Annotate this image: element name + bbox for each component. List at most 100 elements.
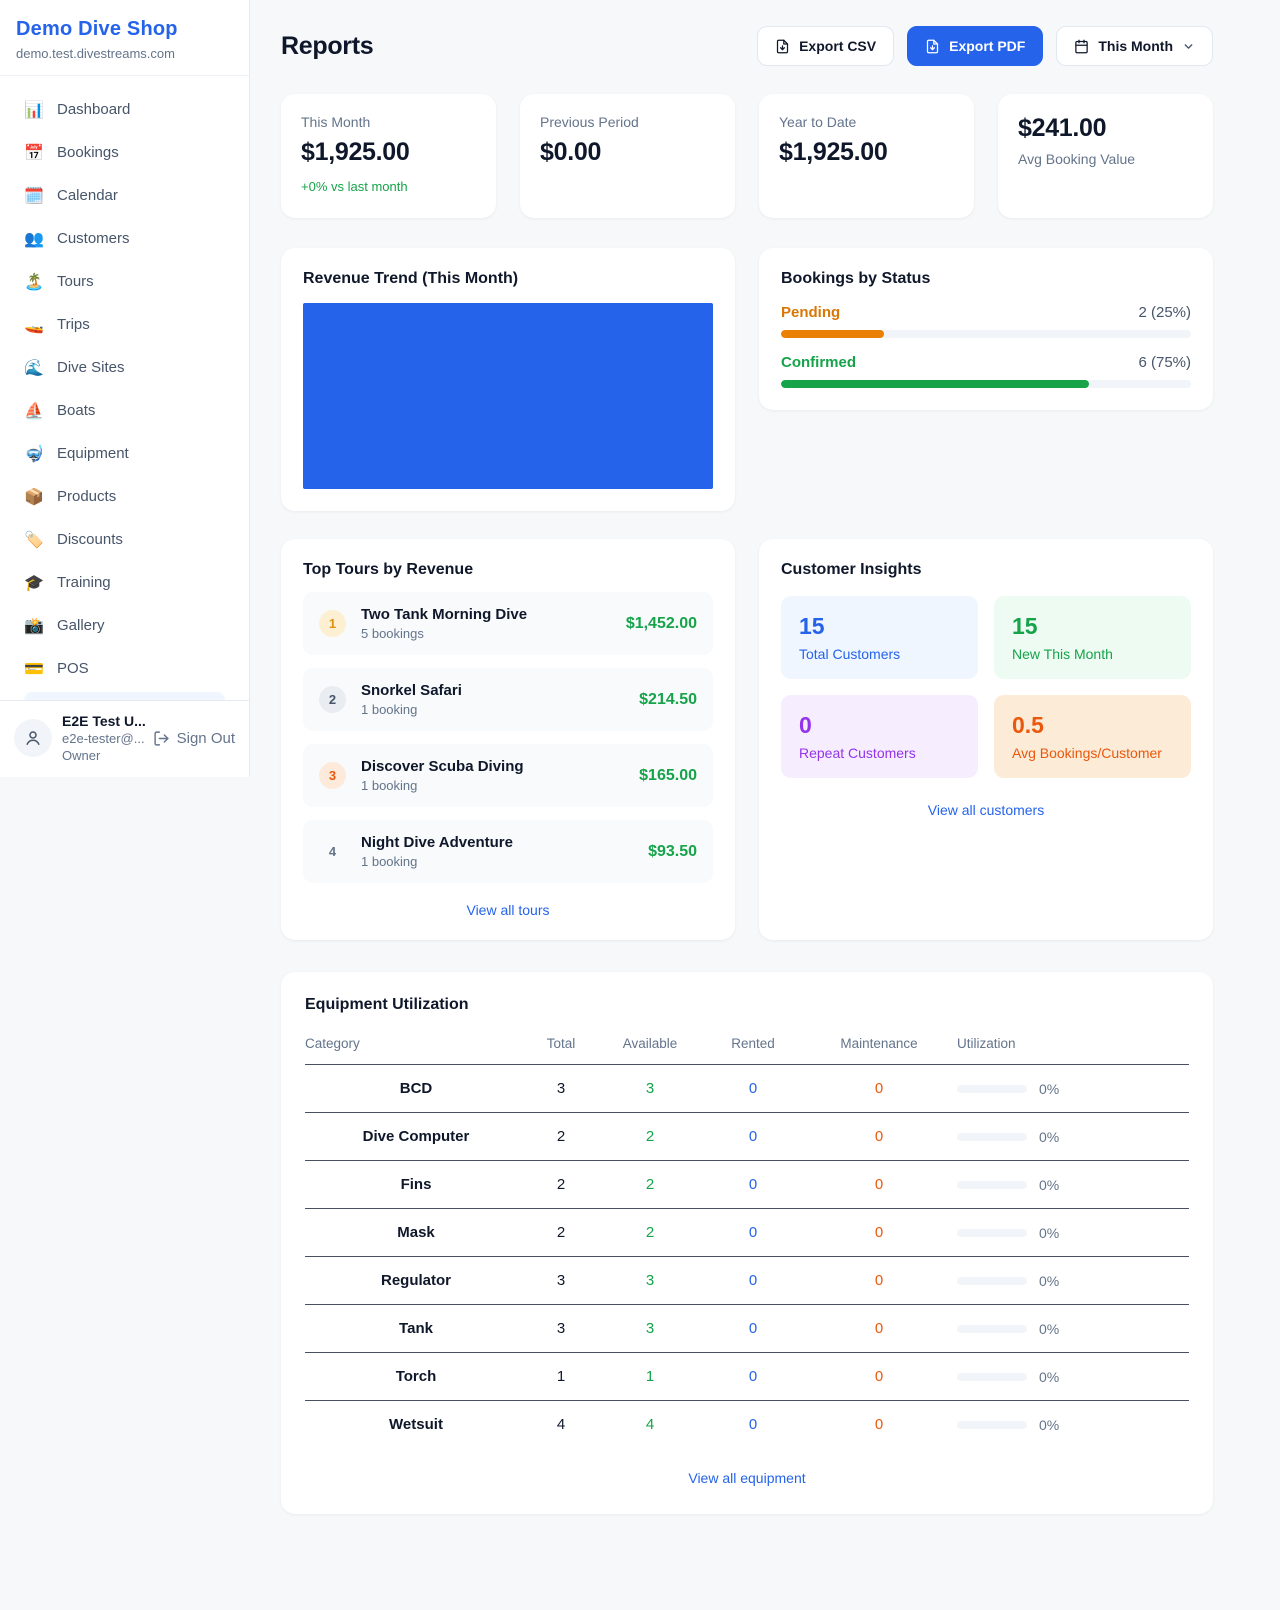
table-row: Tank 3 3 0 0 0% [305, 1305, 1189, 1353]
sidebar-item-customers[interactable]: 👥 Customers [12, 217, 237, 260]
sidebar-item-dashboard[interactable]: 📊 Dashboard [12, 88, 237, 131]
insight-value: 15 [799, 613, 960, 640]
sign-out-button[interactable]: Sign Out [153, 730, 235, 747]
revenue-trend-title: Revenue Trend (This Month) [303, 270, 713, 288]
sidebar-item-pos[interactable]: 💳 POS [12, 647, 237, 690]
stat-card-year-to-date: Year to Date $1,925.00 [759, 94, 974, 218]
gallery-icon: 📸 [24, 616, 44, 636]
view-all-equipment-link[interactable]: View all equipment [305, 1470, 1189, 1486]
export-pdf-button[interactable]: Export PDF [907, 26, 1043, 66]
tour-amount: $93.50 [648, 843, 697, 861]
cell-category: Wetsuit [305, 1401, 527, 1449]
cell-available: 1 [595, 1353, 705, 1401]
sidebar-item-calendar[interactable]: 🗓️ Calendar [12, 174, 237, 217]
sidebar-nav: 📊 Dashboard 📅 Bookings 🗓️ Calendar 👥 Cus… [0, 76, 249, 700]
export-pdf-label: Export PDF [949, 38, 1025, 54]
sidebar-item-equipment[interactable]: 🤿 Equipment [12, 432, 237, 475]
utilization-bar [957, 1133, 1027, 1141]
cell-available: 2 [595, 1209, 705, 1257]
insight-label: New This Month [1012, 646, 1173, 662]
sidebar-item-reports-active-partial[interactable] [24, 692, 225, 700]
period-dropdown[interactable]: This Month [1056, 26, 1213, 66]
sidebar-item-label: Products [57, 488, 116, 505]
sidebar-item-training[interactable]: 🎓 Training [12, 561, 237, 604]
cell-category: Regulator [305, 1257, 527, 1305]
tour-row: 2 Snorkel Safari 1 booking $214.50 [303, 668, 713, 731]
equipment-utilization-title: Equipment Utilization [305, 996, 1189, 1014]
cell-utilization: 0% [1039, 1417, 1059, 1433]
cell-maintenance: 0 [801, 1113, 957, 1161]
sidebar-item-bookings[interactable]: 📅 Bookings [12, 131, 237, 174]
table-header-row: Category Total Available Rented Maintena… [305, 1030, 1189, 1065]
page-title: Reports [281, 32, 373, 61]
tour-amount: $165.00 [639, 767, 697, 785]
stat-value: $241.00 [1018, 114, 1193, 143]
pos-icon: 💳 [24, 659, 44, 679]
table-row: BCD 3 3 0 0 0% [305, 1065, 1189, 1113]
revenue-trend-card: Revenue Trend (This Month) [281, 248, 735, 511]
insight-tile-repeat-customers: 0 Repeat Customers [781, 695, 978, 778]
equipment-utilization-card: Equipment Utilization Category Total Ava… [281, 972, 1213, 1514]
utilization-bar [957, 1277, 1027, 1285]
sidebar-item-tours[interactable]: 🏝️ Tours [12, 260, 237, 303]
user-panel: E2E Test U... e2e-tester@... Owner Sign … [0, 700, 249, 777]
status-row-pending: Pending 2 (25%) [781, 304, 1191, 338]
table-row: Torch 1 1 0 0 0% [305, 1353, 1189, 1401]
sidebar-item-boats[interactable]: ⛵ Boats [12, 389, 237, 432]
cell-utilization: 0% [1039, 1225, 1059, 1241]
cell-total: 2 [527, 1209, 595, 1257]
table-row: Dive Computer 2 2 0 0 0% [305, 1113, 1189, 1161]
cell-available: 3 [595, 1065, 705, 1113]
sidebar-header: Demo Dive Shop demo.test.divestreams.com [0, 0, 249, 76]
user-name: E2E Test U... [62, 713, 143, 729]
rank-badge: 4 [319, 838, 346, 865]
main-content: Reports Export CSV E [250, 0, 1280, 1514]
products-icon: 📦 [24, 487, 44, 507]
stat-label: Avg Booking Value [1018, 151, 1193, 167]
customer-insights-card: Customer Insights 15 Total Customers 15 … [759, 539, 1213, 940]
stat-value: $1,925.00 [779, 138, 954, 167]
chevron-down-icon [1182, 40, 1195, 53]
cell-maintenance: 0 [801, 1257, 957, 1305]
export-csv-button[interactable]: Export CSV [757, 26, 894, 66]
column-header-rented: Rented [705, 1030, 801, 1065]
sidebar-item-discounts[interactable]: 🏷️ Discounts [12, 518, 237, 561]
cell-available: 4 [595, 1401, 705, 1449]
view-all-tours-link[interactable]: View all tours [303, 902, 713, 918]
sidebar-item-dive-sites[interactable]: 🌊 Dive Sites [12, 346, 237, 389]
status-label-confirmed: Confirmed [781, 354, 856, 371]
page-header: Reports Export CSV E [281, 26, 1213, 66]
sidebar-item-gallery[interactable]: 📸 Gallery [12, 604, 237, 647]
shop-name: Demo Dive Shop [16, 18, 233, 41]
sidebar-item-label: Customers [57, 230, 130, 247]
table-row: Fins 2 2 0 0 0% [305, 1161, 1189, 1209]
sidebar-item-label: POS [57, 660, 89, 677]
status-bar-track [781, 380, 1191, 388]
sidebar-item-products[interactable]: 📦 Products [12, 475, 237, 518]
view-all-customers-link[interactable]: View all customers [781, 802, 1191, 818]
bookings-icon: 📅 [24, 143, 44, 163]
column-header-category: Category [305, 1030, 527, 1065]
top-tours-card: Top Tours by Revenue 1 Two Tank Morning … [281, 539, 735, 940]
cell-maintenance: 0 [801, 1305, 957, 1353]
user-email: e2e-tester@... [62, 731, 143, 746]
cell-rented: 0 [705, 1209, 801, 1257]
column-header-available: Available [595, 1030, 705, 1065]
sidebar-item-label: Tours [57, 273, 94, 290]
insight-tile-avg-bookings: 0.5 Avg Bookings/Customer [994, 695, 1191, 778]
sidebar-item-label: Boats [57, 402, 95, 419]
utilization-bar [957, 1085, 1027, 1093]
tours-icon: 🏝️ [24, 272, 44, 292]
stat-label: Previous Period [540, 114, 715, 130]
column-header-maintenance: Maintenance [801, 1030, 957, 1065]
cell-rented: 0 [705, 1161, 801, 1209]
sidebar-item-trips[interactable]: 🚤 Trips [12, 303, 237, 346]
boats-icon: ⛵ [24, 401, 44, 421]
tour-row: 4 Night Dive Adventure 1 booking $93.50 [303, 820, 713, 883]
tour-bookings: 5 bookings [361, 626, 527, 641]
cell-total: 3 [527, 1305, 595, 1353]
insight-value: 0.5 [1012, 712, 1173, 739]
cell-total: 1 [527, 1353, 595, 1401]
bookings-by-status-title: Bookings by Status [781, 270, 1191, 288]
sidebar-item-label: Calendar [57, 187, 118, 204]
